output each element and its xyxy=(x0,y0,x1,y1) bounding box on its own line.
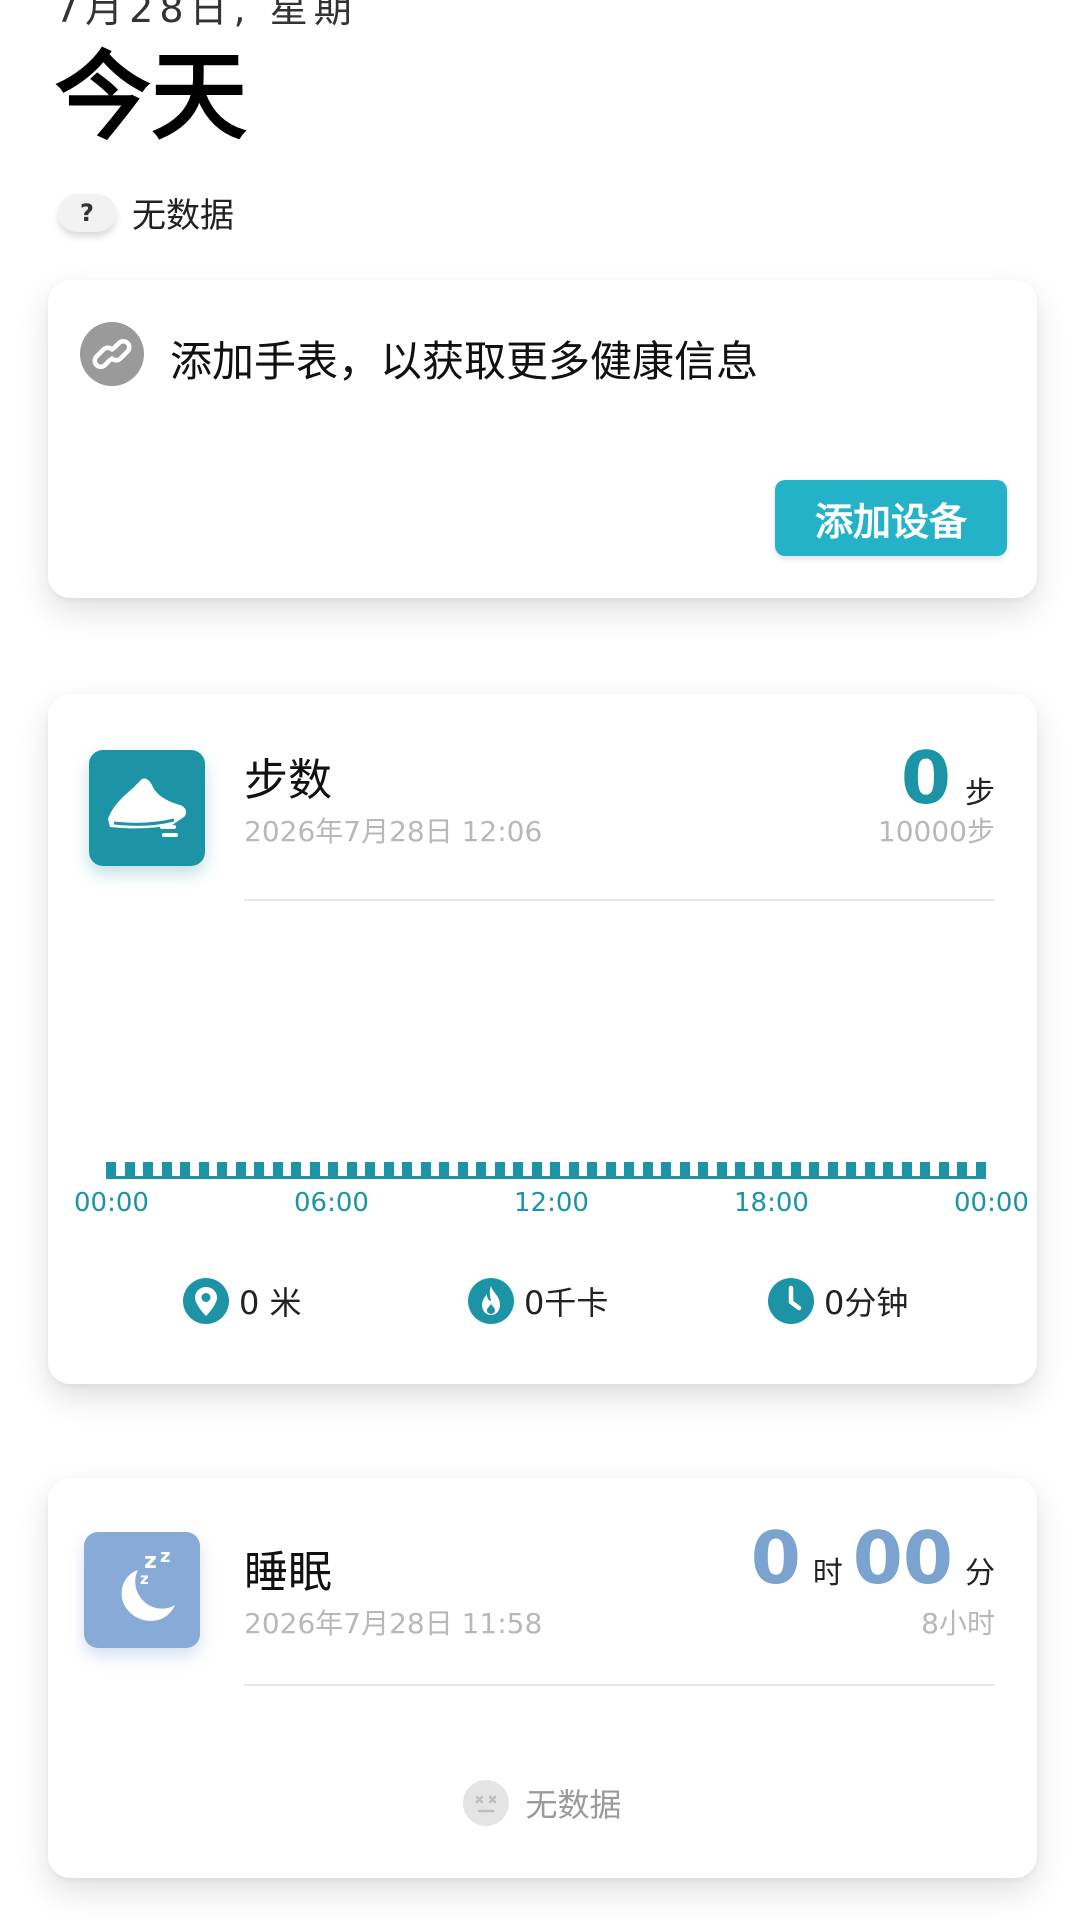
add-device-card: 添加手表，以获取更多健康信息 添加设备 xyxy=(48,280,1037,598)
steps-count: 0 xyxy=(900,736,951,820)
link-icon xyxy=(80,322,144,386)
steps-value: 0 步 xyxy=(901,738,995,818)
sleep-no-data: 无数据 xyxy=(48,1780,1037,1826)
x-tick-label: 06:00 xyxy=(294,1188,369,1218)
chart-baseline xyxy=(106,1176,986,1179)
empty-face-icon xyxy=(463,1780,510,1826)
add-device-button[interactable]: 添加设备 xyxy=(775,480,1007,556)
sleep-divider xyxy=(244,1684,995,1686)
weather-icon-glyph: ? xyxy=(80,198,94,227)
distance-stat: 0 米 xyxy=(183,1278,302,1324)
steps-goal: 10000步 xyxy=(877,815,995,848)
sleep-title: 睡眠 xyxy=(244,1547,332,1598)
duration-stat: 0分钟 xyxy=(768,1278,908,1324)
sleep-card[interactable]: z z z 睡眠 2026年7月28日 11:58 0 时 00 分 8小时 无… xyxy=(48,1478,1037,1878)
sleep-minutes-unit: 分 xyxy=(965,1556,995,1591)
weather-status: 无数据 xyxy=(132,196,234,236)
steps-stats-row: 0 米 0千卡 0分钟 xyxy=(48,1278,1037,1328)
calories-stat: 0千卡 xyxy=(468,1278,608,1324)
clock-icon xyxy=(768,1278,814,1324)
svg-text:z: z xyxy=(160,1546,170,1567)
steps-unit: 步 xyxy=(965,776,995,811)
weather-row[interactable]: ? 无数据 xyxy=(58,188,234,237)
shoe-icon xyxy=(89,750,205,866)
steps-divider xyxy=(244,899,995,901)
sleep-hours-unit: 时 xyxy=(812,1556,843,1591)
steps-card[interactable]: 步数 2026年7月28日 12:06 0 步 10000步 00:00 06:0… xyxy=(48,694,1037,1384)
sleep-date: 2026年7月28日 11:58 xyxy=(244,1607,543,1640)
sleep-minutes: 00 xyxy=(852,1516,953,1600)
add-device-message: 添加手表，以获取更多健康信息 xyxy=(170,337,759,386)
distance-value: 0 米 xyxy=(239,1284,302,1322)
date-header-clipped: 7月28日, 星期 xyxy=(55,0,358,31)
weather-unknown-icon: ? xyxy=(58,193,116,232)
sleep-hours: 0 xyxy=(750,1516,801,1600)
moon-sleep-icon: z z z xyxy=(84,1532,200,1648)
x-tick-label: 12:00 xyxy=(514,1188,589,1218)
steps-title: 步数 xyxy=(244,755,332,806)
svg-text:z: z xyxy=(140,1570,149,1588)
x-tick-label: 00:00 xyxy=(954,1188,1029,1218)
flame-icon xyxy=(468,1278,514,1324)
duration-value: 0分钟 xyxy=(824,1284,909,1322)
sleep-goal: 8小时 xyxy=(921,1607,995,1640)
no-data-text: 无数据 xyxy=(525,1786,622,1824)
x-tick-label: 00:00 xyxy=(74,1188,149,1218)
steps-date: 2026年7月28日 12:06 xyxy=(244,815,543,848)
sleep-duration: 0 时 00 分 xyxy=(751,1518,995,1598)
location-pin-icon xyxy=(183,1278,229,1324)
calories-value: 0千卡 xyxy=(524,1284,609,1322)
x-tick-label: 18:00 xyxy=(734,1188,809,1218)
page-title: 今天 xyxy=(55,41,247,153)
